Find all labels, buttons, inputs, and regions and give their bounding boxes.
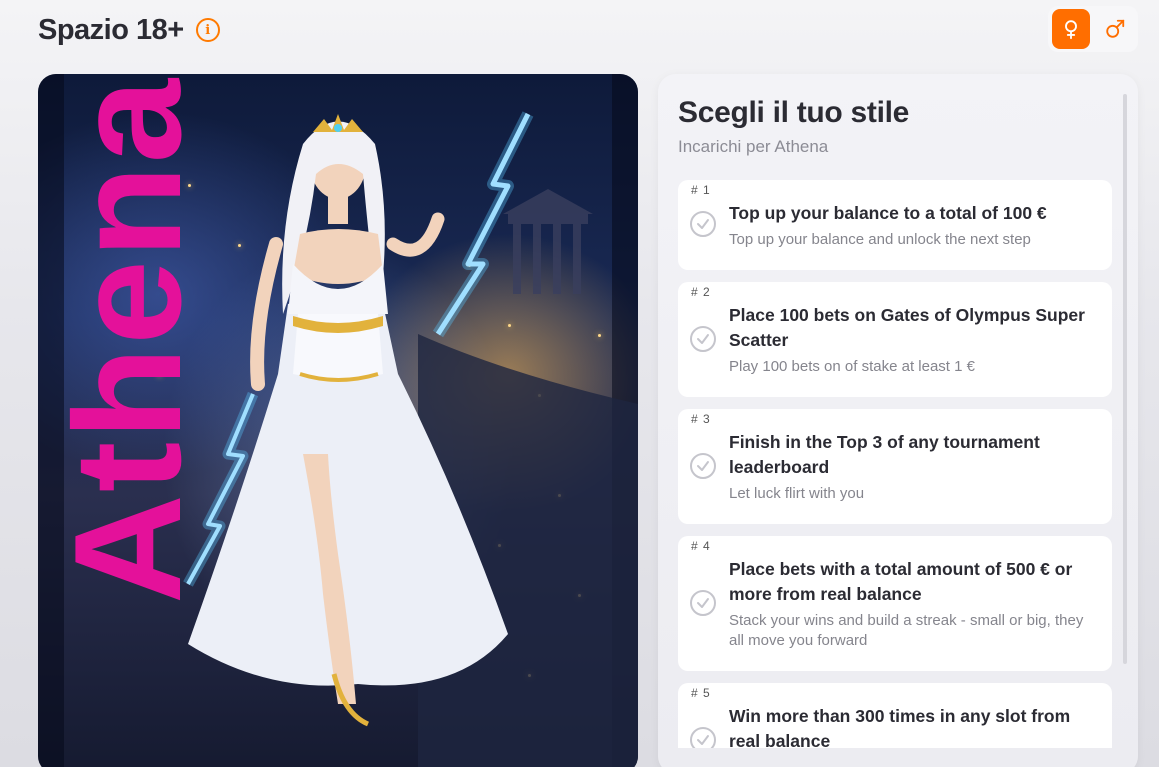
tasks-panel: Scegli il tuo stile Incarichi per Athena… xyxy=(658,74,1138,767)
task-description: Play 100 bets on of stake at least 1 € xyxy=(729,358,975,375)
task-number: # 1 xyxy=(691,183,711,197)
page-title: Spazio 18+ xyxy=(38,13,184,46)
check-circle-icon xyxy=(690,211,716,237)
task-card[interactable]: # 3 Finish in the Top 3 of any tournamen… xyxy=(678,409,1112,524)
check-circle-icon xyxy=(690,727,716,748)
task-title: Top up your balance to a total of 100 € xyxy=(729,203,1047,223)
page-header: Spazio 18+ i xyxy=(38,10,220,50)
panel-title: Scegli il tuo stile xyxy=(678,96,910,129)
task-title: Win more than 300 times in any slot from… xyxy=(729,706,1071,748)
task-card[interactable]: # 5 Win more than 300 times in any slot … xyxy=(678,683,1112,748)
task-number: # 5 xyxy=(691,686,711,700)
task-number: # 3 xyxy=(691,412,711,426)
gender-toggle xyxy=(1048,6,1138,52)
female-symbol-icon xyxy=(1065,20,1077,40)
check-circle-icon xyxy=(690,590,716,616)
hero-character-name: Athena xyxy=(43,76,213,604)
male-symbol-icon xyxy=(1106,19,1125,38)
check-circle-icon xyxy=(690,326,716,352)
task-list: # 1 Top up your balance to a total of 10… xyxy=(678,180,1112,748)
panel-scrollbar[interactable] xyxy=(1123,94,1127,664)
task-number: # 4 xyxy=(691,539,711,553)
check-circle-icon xyxy=(690,453,716,479)
task-title: Finish in the Top 3 of any tournament le… xyxy=(729,432,1040,477)
task-title: Place 100 bets on Gates of Olympus Super… xyxy=(729,305,1085,350)
task-card[interactable]: # 1 Top up your balance to a total of 10… xyxy=(678,180,1112,270)
female-toggle-button[interactable] xyxy=(1052,9,1090,49)
task-number: # 2 xyxy=(691,285,711,299)
info-icon[interactable]: i xyxy=(195,18,220,42)
hero-card: Athena xyxy=(38,74,638,767)
panel-subtitle: Incarichi per Athena xyxy=(678,137,829,156)
task-description: Top up your balance and unlock the next … xyxy=(729,231,1031,248)
task-card[interactable]: # 4 Place bets with a total amount of 50… xyxy=(678,536,1112,671)
task-title: Place bets with a total amount of 500 € … xyxy=(729,559,1073,604)
male-toggle-button[interactable] xyxy=(1096,9,1134,49)
task-description: Stack your wins and build a streak - sma… xyxy=(729,612,1084,649)
task-card[interactable]: # 2 Place 100 bets on Gates of Olympus S… xyxy=(678,282,1112,397)
task-description: Let luck flirt with you xyxy=(729,485,865,502)
